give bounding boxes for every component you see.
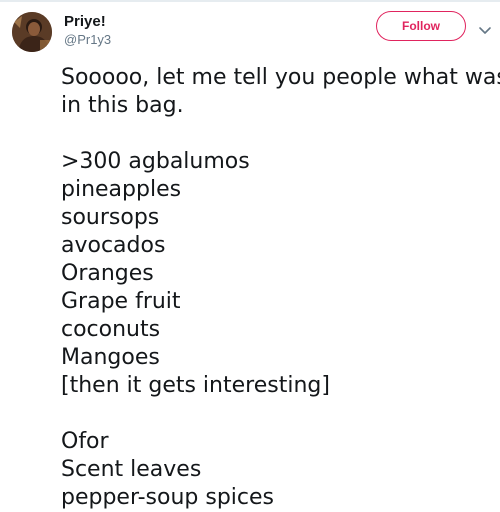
- avatar-image: [12, 12, 52, 52]
- chevron-down-icon[interactable]: [478, 21, 492, 34]
- tweet-line: Mangoes: [61, 345, 160, 370]
- tweet-line: coconuts: [61, 317, 161, 342]
- tweet-line: [then it gets interesting]: [61, 373, 330, 398]
- tweet-line: pepper-soup spices: [61, 485, 274, 510]
- tweet-line: >300 agbalumos: [61, 149, 250, 174]
- tweet-line: in this bag.: [61, 93, 184, 118]
- tweet-line: pineapples: [61, 177, 182, 202]
- tweet-line: avocados: [61, 233, 166, 258]
- user-handle[interactable]: @Pr1y3: [64, 31, 111, 49]
- tweet-text: Sooooo, let me tell you people what was …: [61, 64, 500, 512]
- tweet-line: Oranges: [61, 261, 154, 286]
- tweet-line: Scent leaves: [61, 457, 202, 482]
- tweet-line: Grape fruit: [61, 289, 181, 314]
- tweet-line: soursops: [61, 205, 160, 230]
- tweet-line: Sooooo, let me tell you people what was: [61, 65, 500, 90]
- tweet-line: Ofor: [61, 429, 109, 454]
- follow-button[interactable]: Follow: [376, 11, 466, 41]
- display-name[interactable]: Priye!: [64, 12, 106, 32]
- avatar[interactable]: [12, 12, 52, 52]
- top-divider: [0, 0, 500, 2]
